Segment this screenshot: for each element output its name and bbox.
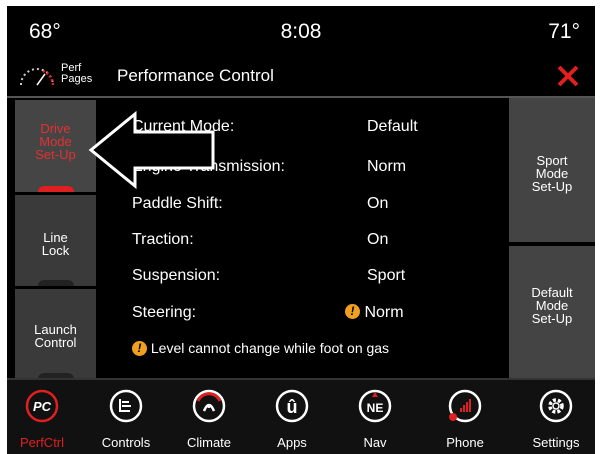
launch-control-button[interactable]: Launch Control bbox=[15, 289, 96, 379]
setting-value: Default bbox=[367, 118, 418, 135]
nav-label: Settings bbox=[532, 435, 580, 450]
setting-value: On bbox=[367, 195, 389, 212]
nav-nav[interactable]: NE Nav bbox=[340, 380, 410, 454]
apps-icon-text: û bbox=[287, 397, 298, 417]
drive-mode-setup-button[interactable]: Drive Mode Set-Up bbox=[15, 100, 96, 192]
compass-icon-text: NE bbox=[367, 401, 384, 415]
sport-mode-setup-button[interactable]: Sport Mode Set-Up bbox=[509, 98, 595, 242]
status-bar: 68° 8:08 71° bbox=[7, 6, 595, 58]
nav-settings[interactable]: Settings bbox=[521, 380, 591, 454]
setting-label: Traction: bbox=[132, 231, 194, 248]
pc-icon-text: PC bbox=[33, 399, 52, 414]
setting-row-steering: Steering: ! Norm bbox=[132, 304, 404, 322]
warning-icon: ! bbox=[132, 340, 147, 356]
line-lock-label: Line Lock bbox=[41, 230, 70, 258]
bottom-nav-bar: PC PerfCtrl Controls Climate û Apps NE N… bbox=[7, 378, 595, 454]
default-mode-setup-button[interactable]: Default Mode Set-Up bbox=[509, 246, 595, 378]
climate-icon bbox=[192, 389, 226, 423]
tab-indicator bbox=[37, 280, 74, 286]
close-icon bbox=[557, 65, 579, 87]
setting-value: Sport bbox=[367, 267, 406, 284]
warning-icon: ! bbox=[345, 304, 360, 320]
nav-climate[interactable]: Climate bbox=[174, 380, 244, 454]
nav-label: PerfCtrl bbox=[19, 435, 65, 450]
title-bar: Perf Pages Performance Control bbox=[7, 58, 595, 98]
perf-pages-label: Perf Pages bbox=[61, 62, 93, 85]
nav-label: Phone bbox=[446, 435, 484, 450]
nav-label: Controls bbox=[101, 435, 151, 450]
nav-controls[interactable]: Controls bbox=[91, 380, 161, 454]
default-mode-setup-label: Default Mode Set-Up bbox=[531, 285, 573, 326]
phone-icon bbox=[448, 389, 482, 423]
nav-label: Apps bbox=[277, 435, 307, 450]
apps-icon: û bbox=[275, 389, 309, 423]
setting-label: Suspension: bbox=[132, 267, 221, 284]
perf-pages-button[interactable]: Perf Pages bbox=[17, 61, 97, 91]
page-title: Performance Control bbox=[117, 66, 274, 85]
active-indicator bbox=[37, 186, 74, 192]
setting-row-traction: Traction: On bbox=[132, 231, 388, 249]
nav-label: Nav bbox=[363, 435, 387, 450]
drive-mode-setup-label: Drive Mode Set-Up bbox=[35, 121, 76, 162]
setting-row-suspension: Suspension: Sport bbox=[132, 267, 405, 285]
close-button[interactable] bbox=[551, 59, 585, 93]
setting-label: Paddle Shift: bbox=[132, 195, 223, 212]
setting-label: Steering: bbox=[132, 304, 197, 321]
gauge-icon bbox=[20, 68, 55, 86]
warning-message: ! Level cannot change while foot on gas bbox=[132, 340, 389, 356]
warning-text: Level cannot change while foot on gas bbox=[150, 340, 390, 356]
nav-phone[interactable]: Phone bbox=[430, 380, 500, 454]
steering-value: Norm bbox=[364, 304, 404, 321]
nav-perfctrl[interactable]: PC PerfCtrl bbox=[7, 380, 77, 454]
passenger-temperature[interactable]: 71° bbox=[548, 20, 580, 44]
setting-value: Norm bbox=[367, 158, 407, 175]
pc-icon: PC bbox=[25, 389, 59, 423]
nav-apps[interactable]: û Apps bbox=[257, 380, 327, 454]
setting-row-paddle-shift: Paddle Shift: On bbox=[132, 195, 388, 213]
compass-icon: NE bbox=[358, 389, 392, 423]
sport-mode-setup-label: Sport Mode Set-Up bbox=[531, 153, 573, 194]
setting-value: ! Norm bbox=[345, 304, 404, 322]
controls-icon bbox=[109, 389, 143, 423]
setting-value: On bbox=[367, 231, 389, 248]
nav-label: Climate bbox=[186, 435, 232, 450]
gear-icon bbox=[539, 389, 573, 423]
clock: 8:08 bbox=[280, 20, 322, 43]
line-lock-button[interactable]: Line Lock bbox=[15, 195, 96, 286]
launch-control-label: Launch Control bbox=[34, 322, 77, 350]
infotainment-screen: 68° 8:08 71° Perf Pages Performance Cont… bbox=[7, 6, 595, 454]
pointer-arrow-icon bbox=[88, 110, 215, 190]
